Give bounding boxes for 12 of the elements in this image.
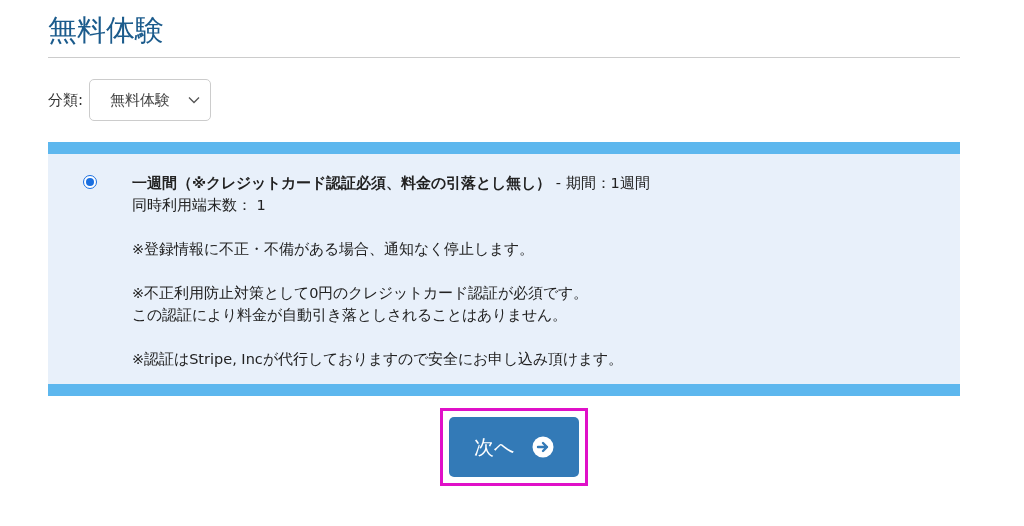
arrow-right-circle-icon	[532, 436, 554, 458]
plan-heading: 一週間（※クレジットカード認証必須、料金の引落とし無し） - 期間：1週間	[132, 174, 650, 193]
next-button[interactable]: 次へ	[449, 417, 579, 477]
chevron-down-icon	[188, 96, 201, 104]
plan-note: ※認証はStripe, Incが代行しておりますので安全にお申し込み頂けます。	[132, 350, 624, 369]
category-select[interactable]: 無料体験	[89, 79, 212, 121]
page-title: 無料体験	[48, 12, 165, 49]
plan-note: ※登録情報に不正・不備がある場合、通知なく停止します。	[132, 240, 536, 259]
radio-button[interactable]	[83, 175, 97, 189]
plan-note: ※不正利用防止対策として0円のクレジットカード認証が必須です。 この認証により料金が自動引き落としされることはありません。	[132, 284, 590, 325]
plan-note: 同時利用端末数： 1	[132, 196, 267, 215]
category-label: 分類:	[48, 90, 84, 110]
